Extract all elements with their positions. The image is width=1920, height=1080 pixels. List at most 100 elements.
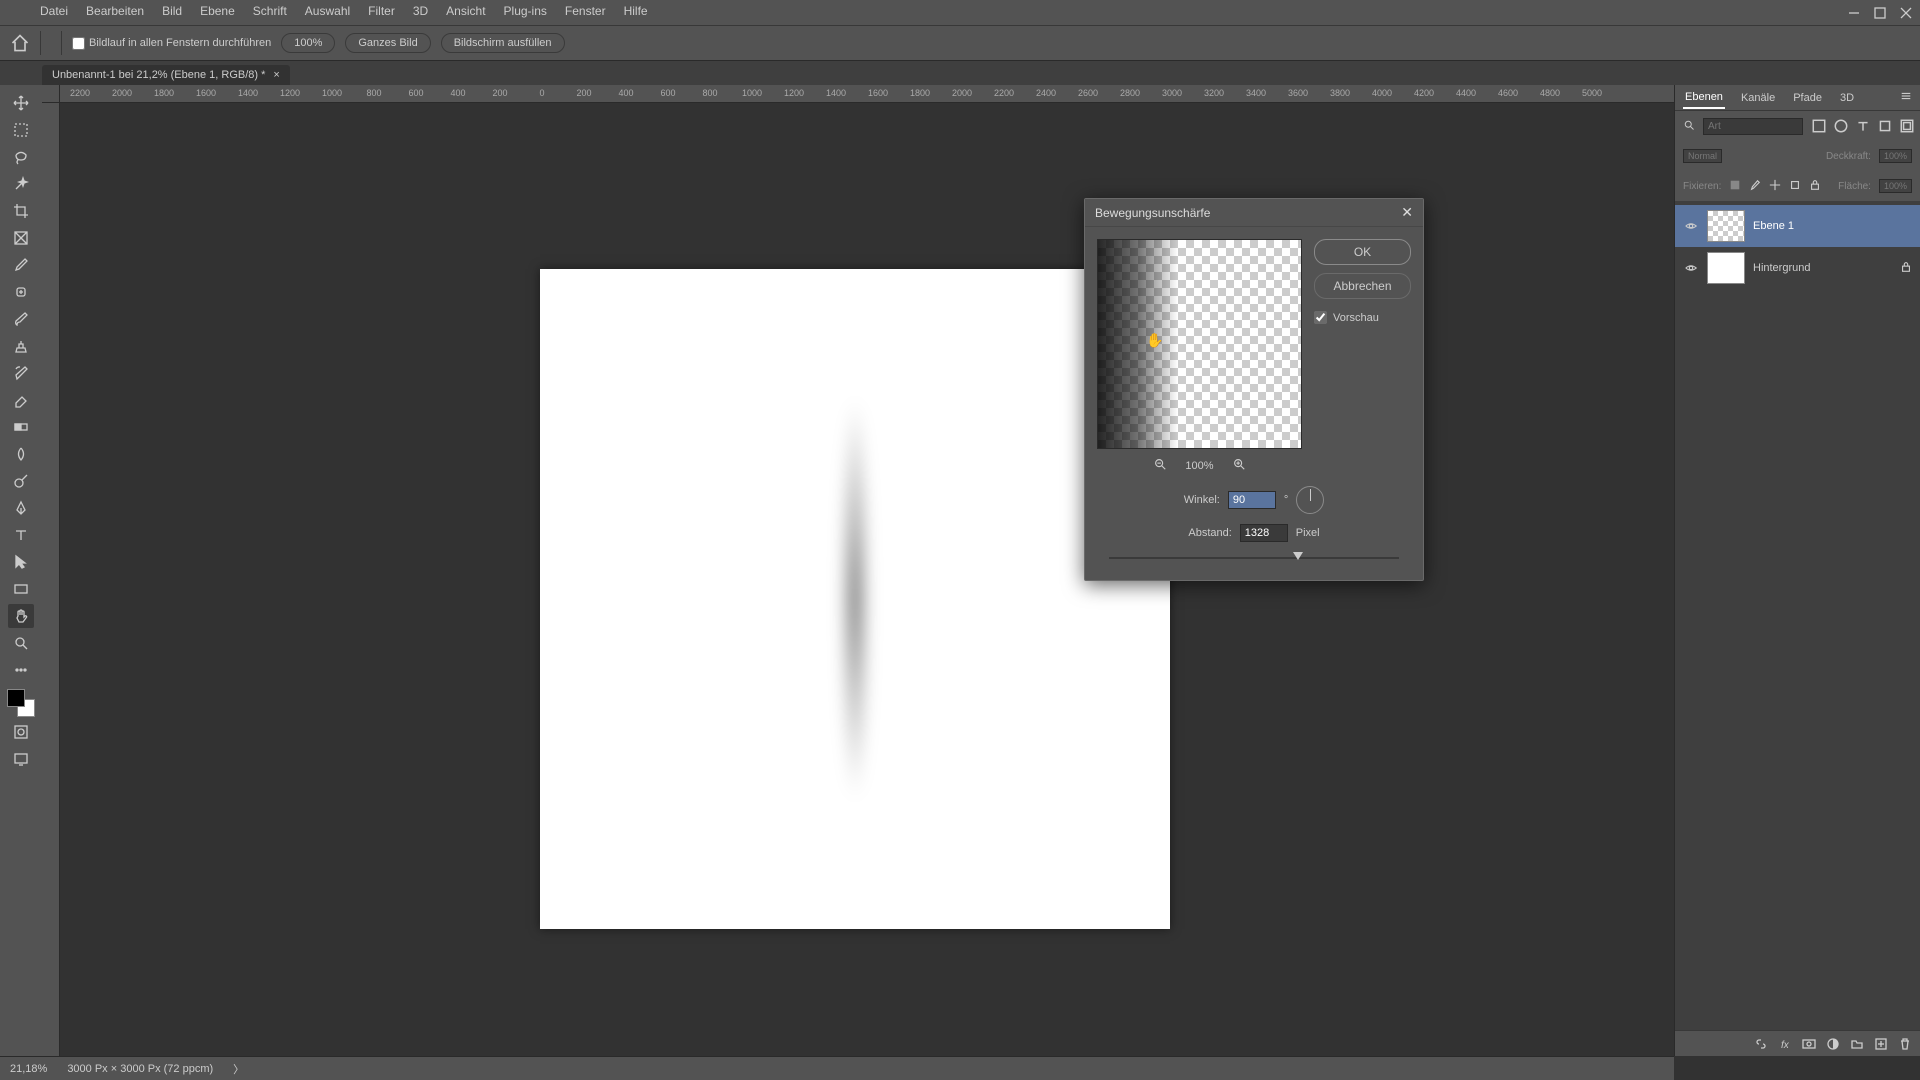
- status-chevron-icon[interactable]: 〉: [233, 1061, 244, 1077]
- panel-tab-kanäle[interactable]: Kanäle: [1739, 88, 1777, 108]
- layer-filter-input[interactable]: [1703, 118, 1803, 135]
- type-tool[interactable]: [8, 523, 34, 547]
- zoom-out-icon[interactable]: [1153, 457, 1167, 474]
- frame-tool[interactable]: [8, 226, 34, 250]
- clone-stamp-tool[interactable]: [8, 334, 34, 358]
- layer-row[interactable]: Ebene 1: [1675, 205, 1920, 247]
- angle-input[interactable]: [1228, 491, 1276, 509]
- layer-thumbnail[interactable]: [1707, 210, 1745, 242]
- zoom-in-icon[interactable]: [1232, 457, 1246, 474]
- delete-layer-icon[interactable]: [1898, 1037, 1912, 1051]
- layer-mask-icon[interactable]: [1802, 1037, 1816, 1051]
- foreground-color-swatch[interactable]: [7, 689, 25, 707]
- pen-tool[interactable]: [8, 496, 34, 520]
- menu-filter[interactable]: Filter: [368, 4, 395, 18]
- eyedropper-tool[interactable]: [8, 253, 34, 277]
- brush-tool[interactable]: [8, 307, 34, 331]
- dialog-titlebar[interactable]: Bewegungsunschärfe ✕: [1085, 199, 1423, 227]
- color-swatches[interactable]: [7, 689, 35, 717]
- layer-style-icon[interactable]: fx: [1778, 1037, 1792, 1051]
- lock-transparency-icon[interactable]: [1729, 179, 1741, 194]
- ok-button[interactable]: OK: [1314, 239, 1411, 265]
- menu-schrift[interactable]: Schrift: [253, 4, 287, 18]
- edit-toolbar-button[interactable]: [8, 658, 34, 682]
- menu-plug-ins[interactable]: Plug-ins: [504, 4, 547, 18]
- menu-ansicht[interactable]: Ansicht: [446, 4, 485, 18]
- panel-tab-3d[interactable]: 3D: [1838, 88, 1856, 108]
- quick-mask-button[interactable]: [8, 720, 34, 744]
- layer-name[interactable]: Hintergrund: [1753, 262, 1810, 274]
- filter-pixel-icon[interactable]: [1811, 118, 1827, 134]
- angle-dial[interactable]: [1296, 486, 1324, 514]
- lock-all-icon[interactable]: [1809, 179, 1821, 194]
- blend-mode-dropdown[interactable]: Normal: [1683, 149, 1722, 163]
- cancel-button[interactable]: Abbrechen: [1314, 273, 1411, 299]
- zoom-100-button[interactable]: 100%: [281, 33, 335, 53]
- menu-datei[interactable]: Datei: [40, 4, 68, 18]
- horizontal-ruler[interactable]: 2200200018001600140012001000800600400200…: [60, 85, 1674, 103]
- dialog-preview[interactable]: ✋: [1097, 239, 1302, 449]
- window-close-button[interactable]: [1900, 7, 1912, 19]
- menu-bild[interactable]: Bild: [162, 4, 182, 18]
- zoom-tool[interactable]: [8, 631, 34, 655]
- healing-brush-tool[interactable]: [8, 280, 34, 304]
- opacity-field[interactable]: 100%: [1879, 149, 1912, 163]
- window-minimize-button[interactable]: [1848, 7, 1860, 19]
- dialog-close-button[interactable]: ✕: [1401, 204, 1413, 221]
- status-zoom[interactable]: 21,18%: [10, 1063, 47, 1075]
- panel-tab-pfade[interactable]: Pfade: [1791, 88, 1824, 108]
- move-tool[interactable]: [8, 91, 34, 115]
- document-tab-close-icon[interactable]: ×: [273, 69, 279, 81]
- menu-bearbeiten[interactable]: Bearbeiten: [86, 4, 144, 18]
- distance-slider[interactable]: [1109, 552, 1399, 564]
- scroll-all-windows-checkbox[interactable]: Bildlauf in allen Fenstern durchführen: [72, 37, 271, 50]
- vertical-ruler[interactable]: [42, 103, 60, 1056]
- layer-visibility-icon[interactable]: [1683, 261, 1699, 275]
- adjustment-layer-icon[interactable]: [1826, 1037, 1840, 1051]
- magic-wand-tool[interactable]: [8, 172, 34, 196]
- filter-shape-icon[interactable]: [1877, 118, 1893, 134]
- panel-tab-ebenen[interactable]: Ebenen: [1683, 87, 1725, 109]
- document-tab[interactable]: Unbenannt-1 bei 21,2% (Ebene 1, RGB/8) *…: [42, 65, 290, 85]
- lasso-tool[interactable]: [8, 145, 34, 169]
- panel-menu-icon[interactable]: [1900, 90, 1912, 105]
- lock-artboard-icon[interactable]: [1789, 179, 1801, 194]
- marquee-tool[interactable]: [8, 118, 34, 142]
- menu-3d[interactable]: 3D: [413, 4, 428, 18]
- menu-auswahl[interactable]: Auswahl: [305, 4, 350, 18]
- filter-adjustment-icon[interactable]: [1833, 118, 1849, 134]
- fill-field[interactable]: 100%: [1879, 179, 1912, 193]
- eraser-tool[interactable]: [8, 388, 34, 412]
- layer-lock-icon[interactable]: [1900, 261, 1912, 276]
- layer-name[interactable]: Ebene 1: [1753, 220, 1794, 232]
- fill-screen-button[interactable]: Bildschirm ausfüllen: [441, 33, 565, 53]
- preview-checkbox[interactable]: Vorschau: [1314, 311, 1411, 324]
- layer-row[interactable]: Hintergrund: [1675, 247, 1920, 289]
- layer-thumbnail[interactable]: [1707, 252, 1745, 284]
- new-layer-icon[interactable]: [1874, 1037, 1888, 1051]
- gradient-tool[interactable]: [8, 415, 34, 439]
- crop-tool[interactable]: [8, 199, 34, 223]
- canvas-viewport[interactable]: [60, 103, 1674, 1056]
- lock-pixels-icon[interactable]: [1749, 179, 1761, 194]
- home-button[interactable]: [10, 33, 30, 53]
- blur-tool[interactable]: [8, 442, 34, 466]
- distance-input[interactable]: [1240, 524, 1288, 542]
- rectangle-tool[interactable]: [8, 577, 34, 601]
- filter-smart-icon[interactable]: [1899, 118, 1915, 134]
- screen-mode-button[interactable]: [8, 747, 34, 771]
- filter-type-icon[interactable]: [1855, 118, 1871, 134]
- path-selection-tool[interactable]: [8, 550, 34, 574]
- history-brush-tool[interactable]: [8, 361, 34, 385]
- menu-ebene[interactable]: Ebene: [200, 4, 235, 18]
- dodge-tool[interactable]: [8, 469, 34, 493]
- layer-visibility-icon[interactable]: [1683, 219, 1699, 233]
- link-layers-icon[interactable]: [1754, 1037, 1768, 1051]
- menu-fenster[interactable]: Fenster: [565, 4, 606, 18]
- status-docinfo[interactable]: 3000 Px × 3000 Px (72 ppcm): [67, 1063, 213, 1075]
- menu-hilfe[interactable]: Hilfe: [624, 4, 648, 18]
- window-maximize-button[interactable]: [1874, 7, 1886, 19]
- lock-position-icon[interactable]: [1769, 179, 1781, 194]
- ruler-origin[interactable]: [42, 85, 60, 103]
- fit-screen-button[interactable]: Ganzes Bild: [345, 33, 430, 53]
